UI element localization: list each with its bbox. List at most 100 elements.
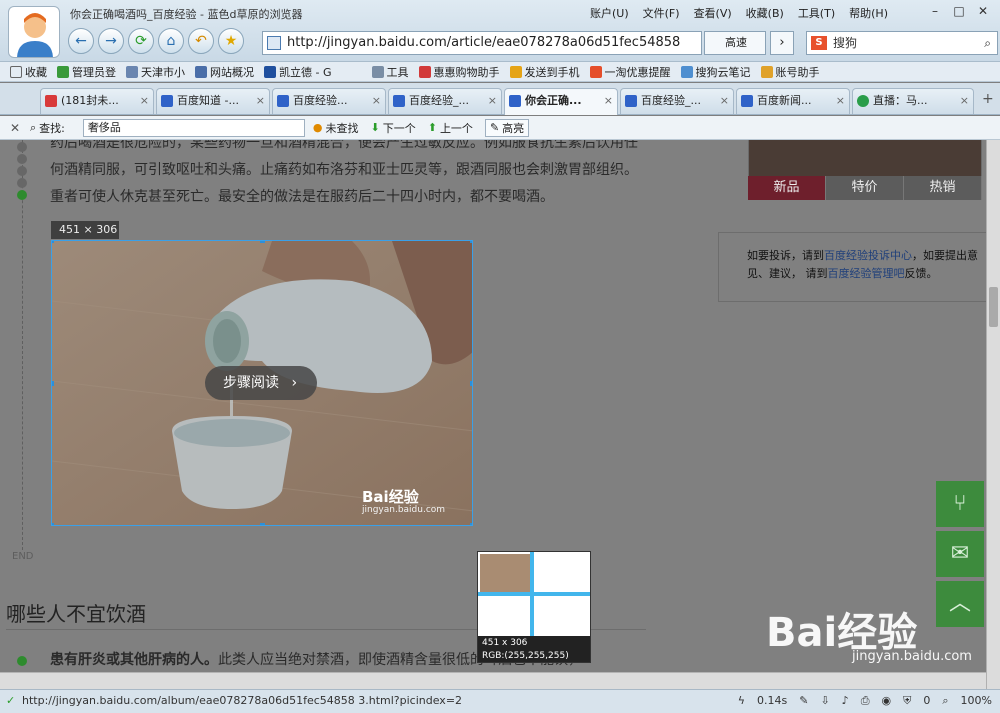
user-avatar[interactable] [8, 6, 60, 58]
tab-close-icon[interactable]: × [836, 89, 845, 113]
resize-handle[interactable] [52, 381, 54, 386]
fav-tianjin[interactable]: 天津市小 [126, 64, 185, 80]
step-dot [17, 166, 27, 176]
fav-send-phone[interactable]: 发送到手机 [509, 64, 580, 80]
shield-icon[interactable]: ⛨ [903, 690, 911, 712]
fav-tools[interactable]: 工具 [371, 64, 409, 80]
vertical-scrollbar[interactable] [986, 140, 1000, 689]
menu-account[interactable]: 账户(U) [590, 5, 629, 21]
menu-help[interactable]: 帮助(H) [849, 5, 888, 21]
lightning-icon[interactable]: ϟ [738, 690, 745, 712]
horizontal-scrollbar[interactable] [0, 672, 986, 689]
forward-icon[interactable]: → [98, 28, 124, 54]
ad-tabs: 新品 特价 热销 [748, 176, 982, 200]
new-tab-icon[interactable]: + [982, 91, 994, 107]
eye-icon[interactable]: ◉ [882, 690, 892, 712]
article-paragraph: 药后喝酒是很危险的，某些药物一旦和酒精混合，便会产生过敏反应。例如服食抗生素后饮… [50, 140, 638, 205]
resize-handle[interactable] [470, 241, 472, 243]
resize-handle[interactable] [470, 523, 472, 525]
fav-huihui[interactable]: 惠惠购物助手 [418, 64, 500, 80]
speed-mode-button[interactable]: 高速 [704, 31, 766, 55]
resize-handle[interactable] [260, 523, 265, 525]
tab-jingyan-2[interactable]: 百度经验_... × [388, 88, 502, 114]
image-size-tag: 451 × 306 [51, 221, 119, 239]
zoom-icon[interactable]: ⌕ [942, 690, 948, 712]
magnifier-icon: ⌕ [30, 120, 37, 134]
tab-zhidao[interactable]: 百度知道 -... × [156, 88, 270, 114]
fav-sogou-notes[interactable]: 搜狗云笔记 [680, 64, 751, 80]
ad-tab-sale[interactable]: 特价 [826, 176, 904, 200]
tab-news[interactable]: 百度新闻... × [736, 88, 850, 114]
address-bar[interactable]: http://jingyan.baidu.com/article/eae0782… [262, 31, 702, 55]
step-dot-active [17, 190, 27, 200]
pen-icon: ✎ [489, 121, 500, 134]
status-bar: ✓ http://jingyan.baidu.com/album/eae0782… [0, 689, 1000, 713]
fav-site-overview[interactable]: 网站概况 [195, 64, 254, 80]
tab-mail[interactable]: (181封未... × [40, 88, 154, 114]
go-icon[interactable]: › [770, 31, 794, 55]
tab-close-icon[interactable]: × [256, 89, 265, 113]
find-next-button[interactable]: ⬇ 下一个 [371, 120, 416, 136]
menu-tools[interactable]: 工具(T) [798, 5, 835, 21]
menu-view[interactable]: 查看(V) [694, 5, 732, 21]
home-icon[interactable]: ⌂ [158, 28, 184, 54]
resize-handle[interactable] [52, 523, 54, 525]
fav-kailide[interactable]: 凯立德 - G [264, 64, 332, 80]
title-bar: 你会正确喝酒吗_百度经验 - 蓝色d草原的浏览器 账户(U) 文件(F) 查看(… [0, 0, 1000, 62]
star-icon[interactable]: ★ [218, 28, 244, 54]
page-icon [267, 36, 281, 50]
printer-icon[interactable]: ⎙ [861, 690, 870, 712]
tab-live[interactable]: 直播：马... × [852, 88, 974, 114]
magnifier-info: 451 x 306 RGB:(255,255,255) [478, 636, 590, 662]
tab-close-icon[interactable]: × [140, 89, 149, 113]
tab-close-icon[interactable]: × [488, 89, 497, 113]
volume-icon[interactable]: ♪ [842, 690, 849, 712]
secure-check-icon: ✓ [6, 694, 16, 707]
refresh-icon[interactable]: ⟳ [128, 28, 154, 54]
find-prev-button[interactable]: ⬆ 上一个 [428, 120, 473, 136]
search-input[interactable]: S 搜狗 ⌕ [806, 31, 998, 55]
tab-close-icon[interactable]: × [960, 89, 969, 113]
pen-tool-icon[interactable]: ✎ [799, 690, 808, 712]
scroll-thumb[interactable] [989, 287, 998, 327]
resize-handle[interactable] [52, 241, 54, 243]
zoom-level[interactable]: 100% [961, 690, 992, 712]
step-read-button[interactable]: 步骤阅读 › [205, 366, 317, 400]
tab-close-icon[interactable]: × [604, 89, 613, 113]
status-url: http://jingyan.baidu.com/album/eae078278… [22, 694, 463, 707]
undo-close-icon[interactable]: ↶ [188, 28, 214, 54]
ad-tab-hot[interactable]: 热销 [904, 176, 982, 200]
find-input[interactable]: 奢侈品 [82, 118, 305, 137]
maximize-icon[interactable]: □ [948, 2, 970, 20]
complaint-center-link[interactable]: 百度经验投诉中心 [824, 249, 912, 262]
tab-close-icon[interactable]: × [372, 89, 381, 113]
download-icon[interactable]: ⇩ [820, 690, 829, 712]
find-close-icon[interactable]: ✕ [0, 121, 30, 135]
search-icon[interactable]: ⌕ [984, 32, 991, 54]
fav-account-helper[interactable]: 账号助手 [760, 64, 820, 80]
tab-jingyan-3[interactable]: 百度经验_... × [620, 88, 734, 114]
share-icon[interactable]: ⑂ [936, 481, 984, 527]
tab-jingyan-1[interactable]: 百度经验... × [272, 88, 386, 114]
close-icon[interactable]: ✕ [972, 2, 994, 20]
comment-icon[interactable]: ✉ [936, 531, 984, 577]
back-to-top-icon[interactable]: ︿ [936, 581, 984, 627]
fav-collect[interactable]: 收藏 [10, 64, 47, 80]
menu-favorites[interactable]: 收藏(B) [746, 5, 784, 21]
tab-close-icon[interactable]: × [720, 89, 729, 113]
resize-handle[interactable] [260, 241, 265, 243]
fav-yitao[interactable]: 一淘优惠提醒 [589, 64, 671, 80]
ad-tab-new[interactable]: 新品 [748, 176, 826, 200]
fav-admin[interactable]: 管理员登 [57, 64, 116, 80]
highlight-button[interactable]: ✎ 高亮 [484, 118, 530, 137]
management-bar-link[interactable]: 百度经验管理吧 [828, 267, 905, 280]
menu-file[interactable]: 文件(F) [643, 5, 680, 21]
back-icon[interactable]: ← [68, 28, 94, 54]
report-box: 如要投诉，请到百度经验投诉中心，如要提出意见、建议， 请到百度经验管理吧反馈。 [718, 232, 986, 302]
tab-current[interactable]: 你会正确... × [504, 88, 618, 115]
step-read-label: 步骤阅读 [223, 375, 279, 391]
minimize-icon[interactable]: – [924, 2, 946, 20]
tab-bar: (181封未... × 百度知道 -... × 百度经验... × 百度经验_... ×… [0, 83, 1000, 115]
resize-handle[interactable] [470, 381, 472, 386]
magnifier-rgb: RGB:(255,255,255) [482, 651, 569, 661]
